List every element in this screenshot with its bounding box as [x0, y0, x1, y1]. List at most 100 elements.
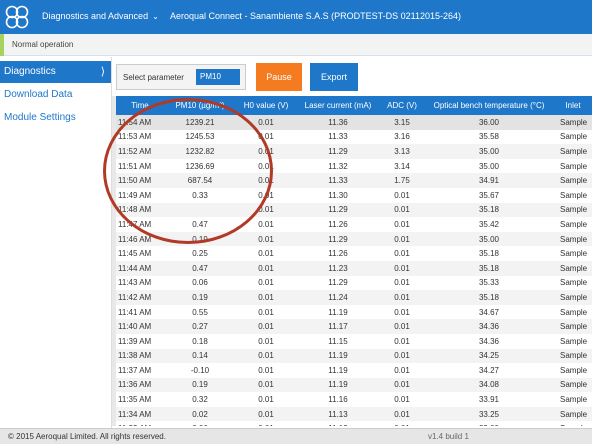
- cell-time: 11:43 AM: [118, 278, 152, 288]
- cell-adc: 0.01: [380, 202, 424, 218]
- cell-pm10: 0.27: [164, 319, 236, 334]
- column-header-optical-bench-temperature[interactable]: Optical bench temperature (°C): [424, 96, 554, 115]
- cell-inlet: Sample: [554, 421, 592, 426]
- cell-inlet: Sample: [560, 336, 588, 346]
- cell-laser-current: 11.29: [296, 144, 380, 159]
- cell-pm10: 687.54: [164, 173, 236, 188]
- column-header-pm10[interactable]: PM10 (µg/m³): [164, 96, 236, 115]
- table-row: 11:36 AM 0.19 0.01 11.19 0.01 34.08 Sample: [116, 377, 592, 393]
- cell-optical-bench-temperature: 35.18: [478, 249, 500, 259]
- cell-time: 11:45 AM: [118, 249, 152, 259]
- table-row: 11:41 AM 0.55 0.01 11.19 0.01 34.67 Sample: [116, 305, 592, 320]
- cell-adc: 3.15: [380, 115, 424, 130]
- table-row: 11:48 AM 0.01 11.29 0.01 35.18 Sample: [116, 202, 592, 218]
- table-row: 11:46 AM 0.19 0.01 11.29 0.01 35.00 Sample: [116, 231, 592, 247]
- column-header-h0-value[interactable]: H0 value (V): [236, 96, 296, 115]
- column-header-laser-current[interactable]: Laser current (mA): [296, 96, 380, 115]
- menu-label: Diagnostics and Advanced: [42, 11, 149, 21]
- cell-h0-value: 0.01: [236, 202, 296, 218]
- table-row: 11:51 AM 1236.69 0.01 11.32 3.14 35.00 Sample: [116, 159, 592, 174]
- cell-optical-bench-temperature: 34.36: [424, 319, 554, 334]
- cell-h0-value: 0.01: [236, 231, 296, 247]
- table-row: 11:54 AM 1239.21 0.01 11.36 3.15 36.00 Sample: [116, 115, 592, 130]
- cell-h0-value: 0.01: [236, 260, 296, 276]
- chevron-down-icon: ⌄: [152, 12, 159, 21]
- table-row: 11:45 AM 0.25 0.01 11.26 0.01 35.18 Sample: [116, 246, 592, 261]
- table-row: 11:53 AM 1245.53 0.01 11.33 3.16 35.58 Sample: [116, 130, 592, 145]
- cell-inlet: Sample: [554, 348, 592, 364]
- cell-laser-current: 11.36: [296, 115, 380, 130]
- cell-adc: 0.01: [394, 365, 410, 375]
- cell-optical-bench-temperature: 35.42: [478, 219, 500, 229]
- cell-inlet: Sample: [554, 406, 592, 422]
- cell-adc: 0.01: [380, 377, 424, 393]
- status-text: Normal operation: [12, 40, 74, 49]
- cell-time: 11:42 AM: [116, 290, 164, 305]
- table-row: 11:35 AM 0.32 0.01 11.16 0.01 33.91 Sample: [116, 392, 592, 407]
- column-header-inlet[interactable]: Inlet: [554, 96, 592, 115]
- sidebar-item-download-data[interactable]: Download Data: [0, 84, 111, 106]
- cell-pm10: 0.14: [164, 348, 236, 364]
- cell-adc: 3.16: [394, 132, 410, 142]
- cell-h0-value: 0.01: [258, 336, 274, 346]
- cell-inlet: Sample: [560, 219, 588, 229]
- select-parameter-label: Select parameter: [123, 73, 184, 82]
- cell-time: 11:41 AM: [118, 307, 152, 317]
- export-button[interactable]: Export: [310, 63, 358, 91]
- cell-pm10: 0.47: [164, 260, 236, 276]
- parameter-select[interactable]: PM10: [196, 69, 240, 85]
- cell-pm10: 0.18: [192, 336, 208, 346]
- table-row: 11:44 AM 0.47 0.01 11.23 0.01 35.18 Sample: [116, 260, 592, 276]
- cell-time: 11:33 AM: [116, 421, 164, 426]
- cell-inlet: Sample: [554, 319, 592, 334]
- cell-optical-bench-temperature: 33.91: [478, 395, 500, 405]
- cell-adc: 1.75: [380, 173, 424, 188]
- chevron-right-icon: ⟩: [100, 66, 105, 78]
- cell-time: 11:54 AM: [116, 115, 164, 130]
- cell-h0-value: 0.01: [236, 115, 296, 130]
- cell-optical-bench-temperature: 35.00: [424, 144, 554, 159]
- cell-time: 11:53 AM: [118, 132, 152, 142]
- cell-h0-value: 0.01: [236, 290, 296, 305]
- cell-inlet: Sample: [554, 260, 592, 276]
- footer: © 2015 Aeroqual Limited. All rights rese…: [0, 428, 592, 444]
- cell-optical-bench-temperature: 33.00: [424, 421, 554, 426]
- cell-inlet: Sample: [560, 395, 588, 405]
- diagnostics-table: Time PM10 (µg/m³) H0 value (V) Laser curren…: [116, 96, 592, 426]
- cell-optical-bench-temperature: 36.00: [424, 115, 554, 130]
- column-header-adc[interactable]: ADC (V): [380, 96, 424, 115]
- cell-h0-value: 0.01: [258, 365, 274, 375]
- diagnostics-menu[interactable]: Diagnostics and Advanced ⌄: [42, 11, 159, 21]
- sidebar-item-diagnostics[interactable]: Diagnostics ⟩: [0, 61, 111, 83]
- cell-inlet: Sample: [554, 231, 592, 247]
- column-header-time[interactable]: Time: [116, 96, 164, 115]
- cell-inlet: Sample: [560, 161, 588, 171]
- table-body: 11:54 AM 1239.21 0.01 11.36 3.15 36.00 Sample 1…: [116, 115, 592, 426]
- cell-h0-value: 0.01: [236, 319, 296, 334]
- cell-laser-current: 11.24: [296, 290, 380, 305]
- cell-laser-current: 11.30: [328, 190, 348, 200]
- cell-laser-current: 11.29: [296, 231, 380, 247]
- table-row: 11:39 AM 0.18 0.01 11.15 0.01 34.36 Sample: [116, 334, 592, 349]
- cell-h0-value: 0.01: [258, 278, 274, 288]
- cell-laser-current: 11.19: [296, 377, 380, 393]
- cell-time: 11:44 AM: [116, 260, 164, 276]
- cell-pm10: 0.55: [192, 307, 208, 317]
- cell-h0-value: 0.01: [258, 132, 274, 142]
- table-row: 11:40 AM 0.27 0.01 11.17 0.01 34.36 Sample: [116, 319, 592, 334]
- pause-button[interactable]: Pause: [256, 63, 302, 91]
- sidebar-item-module-settings[interactable]: Module Settings: [0, 107, 111, 129]
- sidebar-item-label: Module Settings: [4, 112, 76, 123]
- cell-optical-bench-temperature: 35.18: [424, 260, 554, 276]
- cell-laser-current: 11.13: [296, 421, 380, 426]
- cell-optical-bench-temperature: 35.00: [478, 161, 500, 171]
- version-text: v1.4 build 1: [428, 432, 469, 441]
- sidebar: Diagnostics ⟩ Download Data Module Setti…: [0, 57, 112, 428]
- status-indicator: [0, 34, 4, 56]
- cell-inlet: Sample: [560, 365, 588, 375]
- cell-pm10: [164, 202, 236, 218]
- cell-laser-current: 11.26: [328, 249, 348, 259]
- aeroqual-logo-icon[interactable]: [3, 3, 31, 31]
- cell-time: 11:49 AM: [118, 190, 152, 200]
- cell-laser-current: 11.33: [296, 173, 380, 188]
